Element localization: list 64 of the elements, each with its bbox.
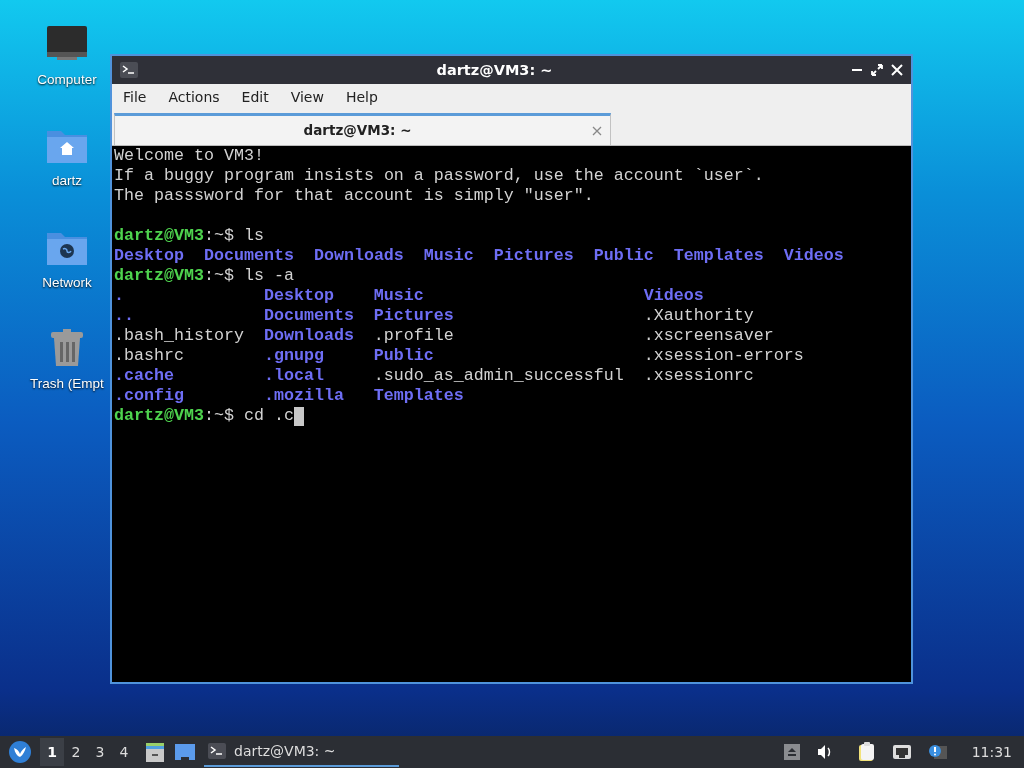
output-line: Welcome to VM3! (114, 146, 264, 165)
file-name: .Xauthority (643, 306, 754, 325)
file-name: .xsession-errors (643, 346, 804, 365)
file-name: .profile (373, 326, 454, 345)
clipboard-icon[interactable] (857, 742, 876, 762)
notification-icon[interactable] (927, 743, 948, 761)
file-name: .xsessionrc (643, 366, 754, 385)
eject-icon[interactable] (783, 744, 800, 760)
close-icon[interactable] (891, 64, 903, 76)
menu-item[interactable]: Edit (230, 87, 280, 108)
directory-name: Pictures (373, 306, 454, 325)
workspace-button[interactable]: 3 (88, 738, 112, 766)
start-menu-icon[interactable] (8, 740, 32, 764)
directory-name: . (114, 286, 124, 305)
directory-name: .gnupg (263, 346, 324, 365)
close-tab-icon[interactable] (592, 125, 602, 136)
icon-label[interactable]: Trash (Empt (30, 373, 104, 394)
workspace-button[interactable]: 4 (112, 738, 136, 766)
file-name: .bashrc (114, 346, 184, 365)
directory-name: Downloads (263, 326, 354, 345)
file-cabinet-icon[interactable] (144, 741, 166, 763)
terminal-icon (208, 743, 226, 759)
directory-name: Documents (263, 306, 354, 325)
directory-name: .cache (114, 366, 174, 385)
terminal-icon (120, 62, 138, 78)
output-line: The passsword for that account is simply "user". (114, 186, 594, 205)
directory-name: .. (114, 306, 134, 325)
directory-name: Music (373, 286, 424, 305)
menu-item[interactable]: View (279, 87, 335, 108)
output-line: If a buggy program insists on a password, use the account `user`. (114, 166, 764, 185)
menu-item[interactable]: File (112, 87, 158, 108)
directory-name: Desktop (114, 246, 184, 266)
network-icon[interactable] (891, 743, 912, 761)
workspace-button[interactable]: 1 (40, 738, 64, 766)
file-name: .sudo_as_admin_successful (373, 366, 624, 385)
prompt-line: dartz@VM3:~$ ls -a (114, 266, 294, 286)
directory-name: Public (373, 346, 434, 365)
directory-name: .config (114, 386, 184, 405)
directory-name: Pictures (493, 246, 574, 266)
menu-item[interactable]: Help (334, 87, 389, 108)
directory-name: .mozilla (263, 386, 344, 405)
prompt-line: dartz@VM3:~$ ls (114, 226, 264, 246)
file-name: .xscreensaver (643, 326, 774, 345)
menu-item[interactable]: Actions (157, 87, 231, 108)
directory-name: Music (423, 246, 474, 266)
icon-label[interactable]: Network (42, 272, 92, 293)
maximize-icon[interactable] (871, 64, 883, 76)
directory-name: Videos (783, 246, 844, 266)
directory-name: Downloads (313, 246, 404, 266)
directory-name: Videos (643, 286, 704, 305)
window-title: dartz@VM3: ~ (436, 62, 553, 78)
clock: 11:31 (971, 742, 1012, 762)
directory-name: Public (593, 246, 654, 266)
directory-name: Templates (373, 386, 464, 405)
workspace-button[interactable]: 2 (64, 738, 88, 766)
directory-name: .local (263, 366, 324, 385)
directory-name: Desktop (263, 286, 334, 305)
file-name: .bash_history (114, 326, 244, 345)
window-icon[interactable] (174, 742, 196, 762)
directory-name: Templates (673, 246, 764, 266)
directory-name: Documents (203, 246, 294, 266)
task-button[interactable]: dartz@VM3: ~ (204, 737, 399, 767)
prompt-line: dartz@VM3:~$ cd .c (114, 406, 294, 426)
terminal-tab[interactable]: dartz@VM3: ~ (114, 113, 611, 145)
